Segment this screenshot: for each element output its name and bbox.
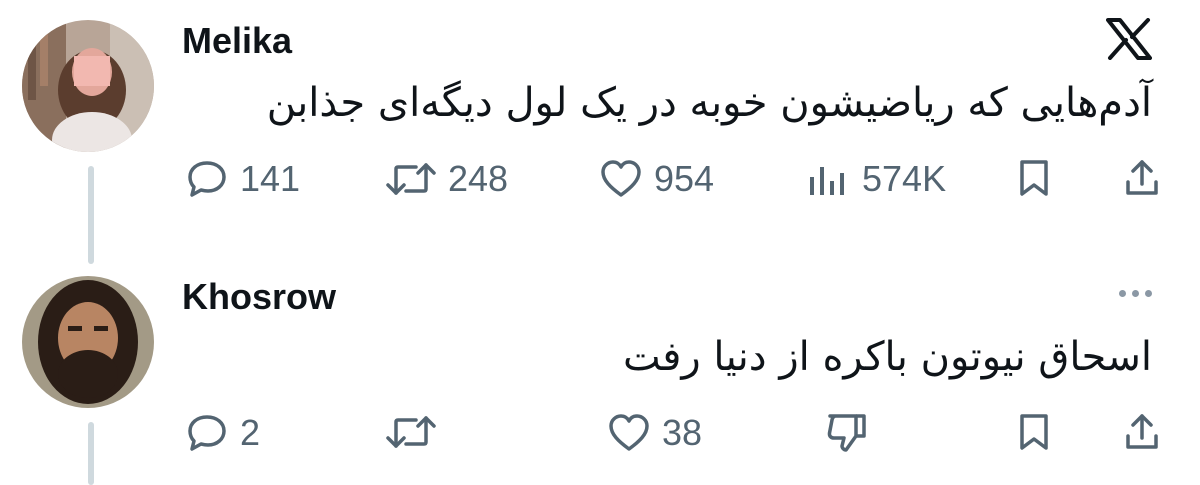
author-name[interactable]: Khosrow <box>182 276 336 318</box>
thread-line-top <box>88 166 94 264</box>
repost-count: 248 <box>448 158 509 199</box>
reply-count: 141 <box>240 158 301 199</box>
more-options-icon[interactable] <box>1119 290 1152 297</box>
like-count: 954 <box>654 158 715 199</box>
views-count: 574K <box>862 158 947 199</box>
repost-icon <box>386 163 436 195</box>
share-icon <box>1126 414 1158 449</box>
reply-button[interactable]: 2 <box>186 412 260 454</box>
heart-icon <box>601 160 641 197</box>
avatar[interactable] <box>22 276 154 408</box>
share-button[interactable] <box>1124 412 1160 452</box>
tweet-text: آدم‌هایی که ریاضیشون خوبه در یک لول دیگه… <box>266 80 1152 126</box>
avatar[interactable] <box>22 20 154 152</box>
thread-line-bottom <box>88 422 94 485</box>
thumbs-down-icon <box>827 414 866 452</box>
author-name[interactable]: Melika <box>182 20 292 62</box>
like-count: 38 <box>662 412 703 453</box>
like-button[interactable]: 38 <box>608 412 702 454</box>
reply-icon <box>188 415 226 451</box>
reply-icon <box>188 161 226 197</box>
bookmark-icon <box>1020 160 1048 196</box>
heart-icon <box>609 414 649 451</box>
views-button[interactable]: 574K <box>806 158 946 200</box>
reply-count: 2 <box>240 412 261 453</box>
share-button[interactable] <box>1124 158 1160 198</box>
like-button[interactable]: 954 <box>600 158 714 200</box>
repost-button[interactable]: 248 <box>386 158 508 200</box>
dislike-button[interactable] <box>824 412 868 454</box>
views-icon <box>810 167 844 195</box>
bookmark-icon <box>1020 414 1048 450</box>
repost-button[interactable] <box>386 412 436 452</box>
tweet-text: اسحاق نیوتون باکره از دنیا رفت <box>622 334 1152 380</box>
x-logo-icon <box>1106 18 1152 65</box>
bookmark-button[interactable] <box>1016 412 1052 452</box>
repost-icon <box>386 416 436 448</box>
bookmark-button[interactable] <box>1016 158 1052 198</box>
share-icon <box>1126 160 1158 195</box>
reply-button[interactable]: 141 <box>186 158 300 200</box>
